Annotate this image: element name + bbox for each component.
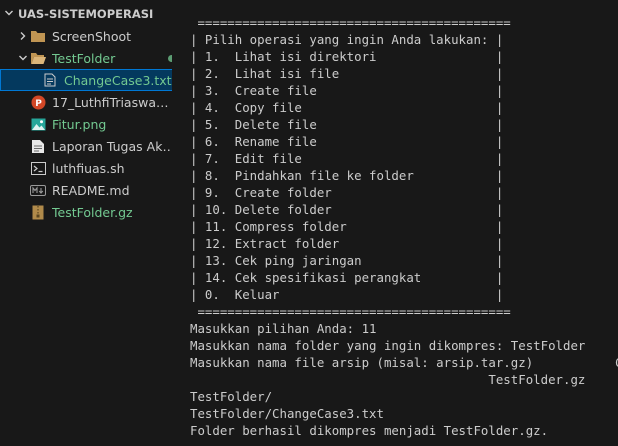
terminal-line: TestFolder/ChangeCase3.txt [190, 406, 384, 421]
svg-text:P: P [35, 99, 42, 109]
chevron-down-icon [16, 53, 30, 63]
terminal-line: ========================================… [190, 15, 511, 30]
workspace-header[interactable]: UAS-SISTEMOPERASI [4, 4, 153, 24]
chevron-down-icon [4, 7, 14, 21]
terminal-line: | 0. Keluar | [190, 287, 504, 302]
tree-item-testfolder-gz[interactable]: TestFolder.gz U [0, 201, 172, 223]
terminal-line: | 13. Cek ping jaringan | [190, 253, 504, 268]
terminal-line: Masukkan nama file arsip (misal: arsip.t… [190, 355, 618, 370]
tree-item-laporan[interactable]: Laporan Tugas Akhir... [0, 135, 172, 157]
terminal-line: | 2. Lihat isi file | [190, 66, 504, 81]
folder-icon [30, 28, 46, 44]
markdown-icon [30, 182, 46, 198]
powerpoint-icon: P [30, 94, 46, 110]
tree-item-label: 17_LuthfiTriaswangga_... [52, 94, 172, 110]
tree-item-label: ChangeCase3.txt [64, 72, 172, 88]
tree-item-label: README.md [52, 182, 130, 198]
chevron-right-icon [16, 31, 30, 41]
word-document-icon [30, 138, 46, 154]
terminal-line: | 11. Compress folder | [190, 219, 504, 234]
terminal-line: | Pilih operasi yang ingin Anda lakukan:… [190, 32, 504, 47]
terminal-line: | 3. Create file | [190, 83, 504, 98]
folder-open-icon [30, 50, 46, 66]
vscode-window: UAS-SISTEMOPERASI ScreenShoot TestFolder [0, 0, 618, 446]
terminal-line: | 1. Lihat isi direktori | [190, 49, 504, 64]
tree-item-label: ScreenShoot [52, 28, 132, 44]
tree-item-screenshoot[interactable]: ScreenShoot [0, 25, 172, 47]
tree-item-label: luthfiuas.sh [52, 160, 125, 176]
terminal-line: | 10. Delete folder | [190, 202, 504, 217]
terminal-line: ========================================… [190, 304, 511, 319]
tree-item-fitur-png[interactable]: Fitur.png U [0, 113, 172, 135]
terminal-line: | 8. Pindahkan file ke folder | [190, 168, 504, 183]
terminal-line: | 6. Rename file | [190, 134, 504, 149]
image-file-icon [30, 116, 46, 132]
terminal-panel[interactable]: ========================================… [172, 0, 618, 446]
tree-item-readme[interactable]: README.md [0, 179, 172, 201]
tree-item-label: Laporan Tugas Akhir... [52, 138, 172, 154]
git-modified-dot [162, 51, 172, 65]
tree-item-presentation[interactable]: P 17_LuthfiTriaswangga_... [0, 91, 172, 113]
terminal-line: | 9. Create folder | [190, 185, 504, 200]
terminal-line: Masukkan nama folder yang ingin dikompre… [190, 338, 586, 353]
terminal-line: TestFolder/ [190, 389, 273, 404]
tree-item-testfolder[interactable]: TestFolder [0, 47, 172, 69]
explorer-panel: UAS-SISTEMOPERASI ScreenShoot TestFolder [0, 0, 172, 446]
terminal-line: | 12. Extract folder | [190, 236, 504, 251]
terminal-line: Folder berhasil dikompres menjadi TestFo… [190, 423, 549, 438]
tree-item-label: TestFolder [52, 50, 116, 66]
terminal-line: | 5. Delete file | [190, 117, 504, 132]
terminal-line: | 7. Edit file | [190, 151, 504, 166]
terminal-line: | 4. Copy file | [190, 100, 504, 115]
tree-item-changecase3[interactable]: ChangeCase3.txt U [0, 69, 172, 91]
terminal-line: | 14. Cek spesifikasi perangkat | [190, 270, 504, 285]
tree-item-label: Fitur.png [52, 116, 107, 132]
terminal-line: TestFolder.gz [190, 372, 586, 387]
workspace-title: UAS-SISTEMOPERASI [18, 7, 154, 21]
tree-item-luthfiuas-sh[interactable]: luthfiuas.sh [0, 157, 172, 179]
terminal-file-icon [30, 160, 46, 176]
text-file-icon [42, 72, 58, 88]
tree-item-label: TestFolder.gz [52, 204, 133, 220]
archive-icon [30, 204, 46, 220]
terminal-line: Masukkan pilihan Anda: 11 [190, 321, 377, 336]
